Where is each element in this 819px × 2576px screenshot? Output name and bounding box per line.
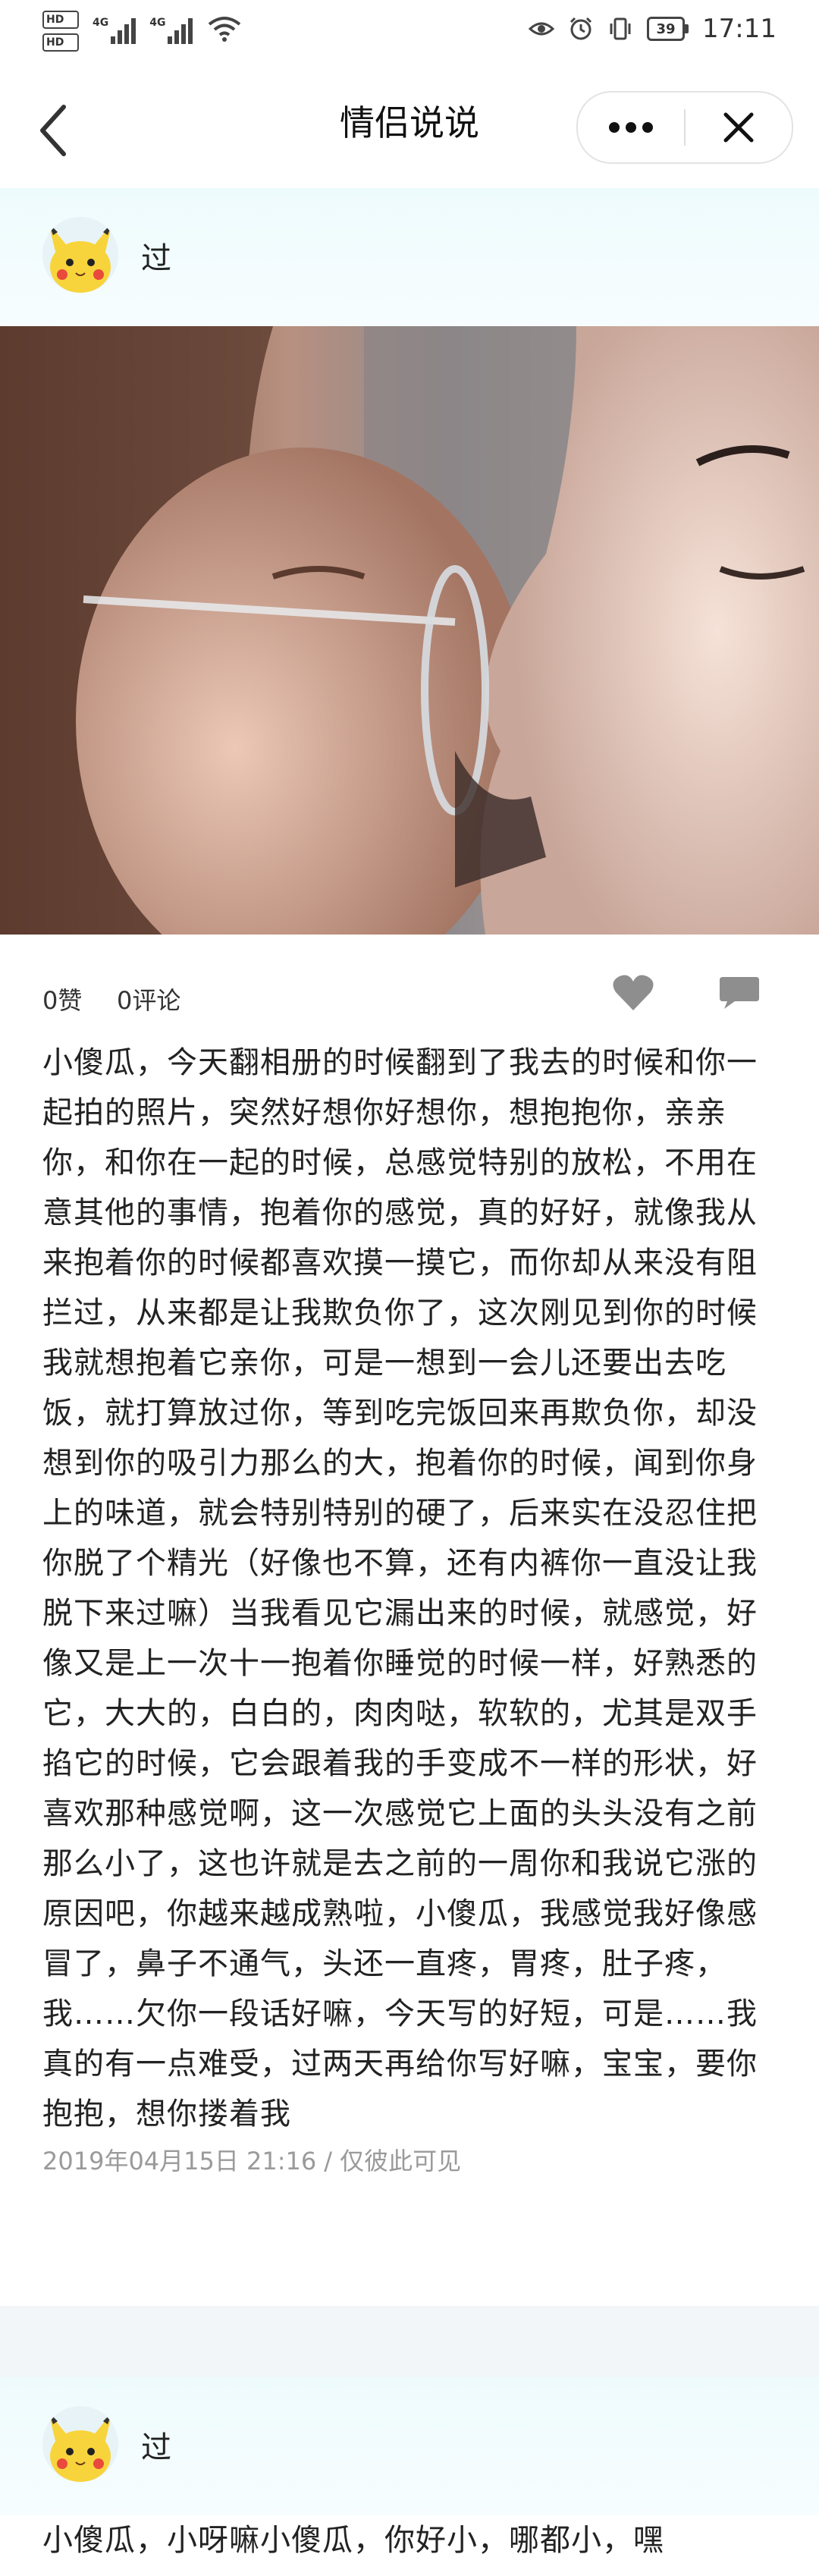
close-button[interactable] [686, 93, 792, 162]
post-card: 过 小傻瓜，小呀嘛小傻瓜，你好小，哪都小，嘿 [0, 2377, 819, 2576]
heart-icon [613, 975, 654, 1010]
post-header: 过 [0, 188, 819, 326]
comment-button[interactable] [713, 966, 766, 1019]
more-dots-icon [609, 122, 653, 133]
post-photo[interactable] [0, 326, 819, 935]
photo-image [0, 326, 819, 935]
status-bar: HD HD 4G 4G 39 17:11 [0, 0, 819, 73]
eye-icon [529, 22, 555, 36]
post-text: 小傻瓜，小呀嘛小傻瓜，你好小，哪都小，嘿 [42, 2523, 664, 2558]
close-icon [723, 112, 754, 143]
alarm-icon [570, 17, 592, 40]
post-visibility: 仅彼此可见 [340, 2147, 462, 2175]
signal-icon-2: 4G [149, 11, 193, 44]
network-type-2: 4G [149, 17, 166, 29]
post-date: 2019年04月15日 21:16 [42, 2147, 317, 2175]
like-button[interactable] [607, 966, 660, 1019]
comment-bubble-icon [720, 977, 759, 1009]
status-right: 39 17:11 [529, 14, 777, 44]
more-button[interactable] [578, 93, 684, 162]
status-time: 17:11 [702, 14, 777, 44]
network-type-1: 4G [93, 17, 109, 29]
likes-count: 0赞 [42, 986, 83, 1015]
vibrate-icon [610, 17, 631, 40]
author-name: 过 [141, 2430, 171, 2465]
battery-icon: 39 [647, 17, 689, 41]
hd-badge-1: HD [42, 11, 79, 29]
signal-icon-1: 4G [93, 11, 136, 44]
pikachu-avatar-icon [42, 2406, 118, 2482]
post-card: 过 0赞 0评论 小傻瓜，今天翻相册的时候翻到了我去的时候和你一起拍的照片，突然… [0, 188, 819, 2306]
post-meta: 0赞 0评论 [0, 935, 819, 1038]
status-left: HD HD 4G 4G [42, 11, 241, 52]
nav-bar: 情侣说说 [0, 73, 819, 188]
wifi-icon [209, 17, 241, 42]
hd-indicators: HD HD [42, 11, 79, 52]
post-divider [0, 2306, 819, 2377]
post-footer: 2019年04月15日 21:16/仅彼此可见 [42, 2142, 777, 2177]
capsule-menu [576, 91, 793, 164]
hd-badge-2: HD [42, 33, 79, 52]
comments-count: 0评论 [117, 986, 181, 1015]
pikachu-avatar-icon [42, 217, 118, 293]
post-header: 过 [0, 2377, 819, 2515]
avatar[interactable] [42, 2406, 118, 2482]
post-text: 小傻瓜，今天翻相册的时候翻到了我去的时候和你一起拍的照片，突然好想你好想你，想抱… [42, 1045, 758, 2131]
author-name: 过 [141, 241, 171, 276]
battery-level: 39 [647, 17, 686, 41]
avatar[interactable] [42, 217, 118, 293]
footer-separator: / [324, 2147, 333, 2175]
